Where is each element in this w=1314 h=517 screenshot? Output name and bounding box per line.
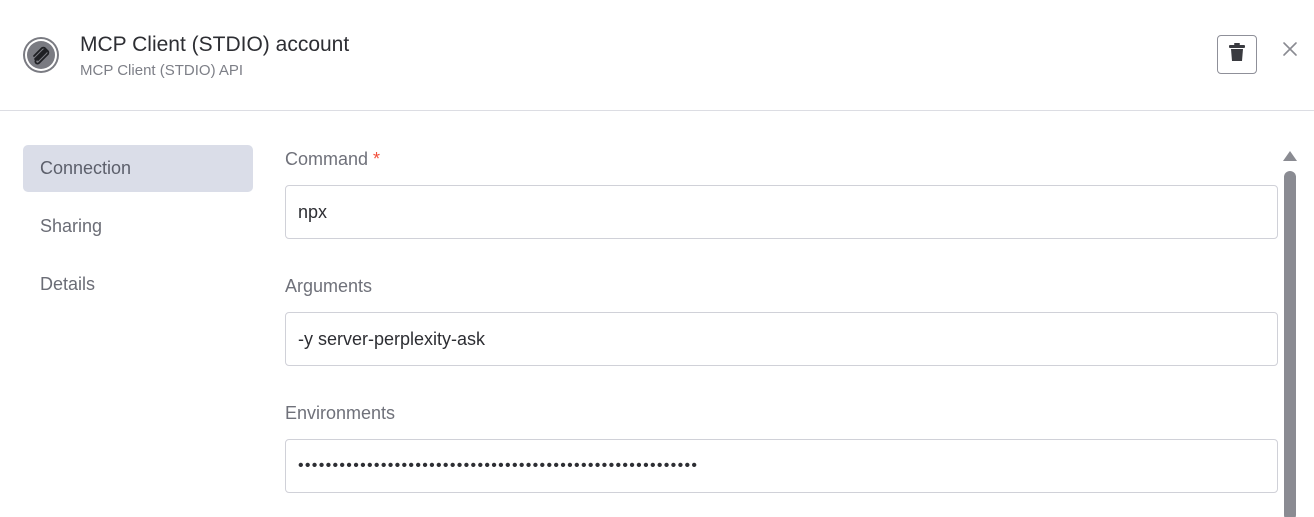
paperclip-icon — [25, 39, 57, 71]
modal-header: MCP Client (STDIO) account MCP Client (S… — [0, 0, 1314, 111]
sidebar-item-sharing[interactable]: Sharing — [23, 203, 253, 250]
environments-input[interactable]: ••••••••••••••••••••••••••••••••••••••••… — [285, 439, 1278, 493]
environments-label: Environments — [285, 400, 1278, 426]
required-marker: * — [373, 148, 381, 169]
command-value: npx — [298, 201, 328, 222]
environments-label-text: Environments — [285, 402, 396, 423]
sidebar-item-details[interactable]: Details — [23, 261, 253, 308]
command-label-text: Command — [285, 148, 369, 169]
scrollbar-thumb[interactable] — [1284, 171, 1296, 517]
arguments-input[interactable]: -y server-perplexity-ask — [285, 312, 1278, 366]
arguments-label-text: Arguments — [285, 275, 373, 296]
close-button[interactable] — [1277, 38, 1303, 64]
scroll-up-arrow-icon[interactable] — [1283, 151, 1297, 161]
page-title: MCP Client (STDIO) account — [80, 33, 350, 56]
arguments-value: -y server-perplexity-ask — [298, 328, 486, 349]
environments-field-group: Environments •••••••••••••••••••••••••••… — [285, 400, 1278, 493]
environments-masked-value: ••••••••••••••••••••••••••••••••••••••••… — [298, 457, 699, 474]
arguments-label: Arguments — [285, 273, 1278, 299]
command-input[interactable]: npx — [285, 185, 1278, 239]
command-label: Command * — [285, 146, 1278, 172]
sidebar-item-connection[interactable]: Connection — [23, 145, 253, 192]
connection-form: Command * npx Arguments -y server-perple… — [285, 146, 1278, 493]
command-field-group: Command * npx — [285, 146, 1278, 239]
sidebar-item-label: Connection — [40, 158, 132, 178]
sidebar-item-label: Sharing — [40, 216, 103, 236]
vertical-scrollbar[interactable] — [1282, 148, 1298, 517]
close-icon — [1282, 41, 1298, 62]
settings-sidebar: Connection Sharing Details — [23, 145, 253, 319]
sidebar-item-label: Details — [40, 274, 96, 294]
page-subtitle: MCP Client (STDIO) API — [80, 62, 244, 79]
trash-icon — [1228, 42, 1246, 67]
credential-app-icon — [23, 37, 59, 73]
delete-button[interactable] — [1217, 35, 1257, 74]
arguments-field-group: Arguments -y server-perplexity-ask — [285, 273, 1278, 366]
